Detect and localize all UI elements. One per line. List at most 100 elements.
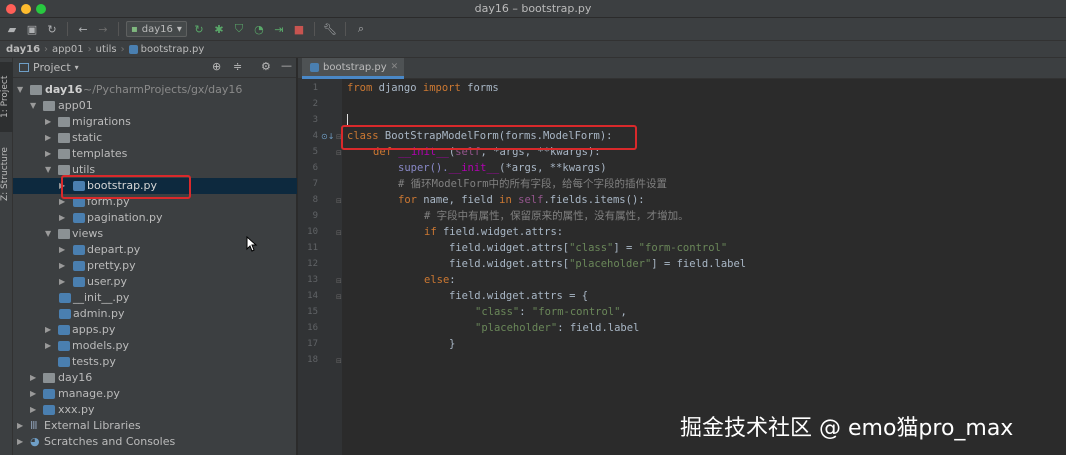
breadcrumb-item[interactable]: utils	[96, 44, 117, 55]
wrench-icon[interactable]: 🔧︎	[322, 21, 338, 37]
chevron-down-icon[interactable]: ▾	[75, 63, 79, 72]
back-icon[interactable]: ←	[75, 21, 91, 37]
line-number: 6	[312, 163, 318, 173]
stop-icon[interactable]: ■	[291, 21, 307, 37]
run-configuration-select[interactable]: ▪ day16 ▾	[126, 21, 187, 37]
line-number: 9	[312, 211, 318, 221]
python-file-icon	[43, 389, 55, 399]
fold-icon[interactable]: ⊟	[336, 149, 342, 157]
fold-icon[interactable]: ⊟	[336, 293, 342, 301]
collapse-all-icon[interactable]: ≑	[233, 60, 242, 73]
tree-item-user-py[interactable]: ▶ user.py	[13, 274, 297, 290]
left-tool-strip: 1: Project Z: Structure	[0, 58, 13, 455]
coverage-icon[interactable]: ⛉	[231, 21, 247, 37]
fold-icon[interactable]: ⊟	[336, 277, 342, 285]
collapsed-arrow-icon: ▶	[59, 213, 66, 222]
fold-icon[interactable]: ⊟	[336, 229, 342, 237]
tree-item-label: xxx.py	[58, 403, 95, 416]
rerun-icon[interactable]: ↻	[191, 21, 207, 37]
close-icon[interactable]: ✕	[391, 62, 399, 72]
forward-icon[interactable]: →	[95, 21, 111, 37]
tree-item-init-py[interactable]: __init__.py	[13, 290, 297, 306]
tree-item-migrations[interactable]: ▶ migrations	[13, 114, 297, 130]
line-number: 2	[312, 99, 318, 109]
project-view-icon	[19, 63, 29, 72]
maximize-window-button[interactable]	[36, 4, 46, 14]
tree-item-models-py[interactable]: ▶ models.py	[13, 338, 297, 354]
highlight-box	[61, 175, 191, 199]
tab-bootstrap-py[interactable]: bootstrap.py ✕	[302, 58, 405, 79]
debug-icon[interactable]: ✱	[211, 21, 227, 37]
line-number: 3	[312, 115, 318, 125]
hide-icon[interactable]: —	[281, 59, 292, 72]
tree-item-pretty-py[interactable]: ▶ pretty.py	[13, 258, 297, 274]
breadcrumb-item[interactable]: bootstrap.py	[141, 44, 205, 55]
tree-item-label: migrations	[72, 115, 131, 128]
tree-item-apps-py[interactable]: ▶ apps.py	[13, 322, 297, 338]
breadcrumb-item[interactable]: app01	[52, 44, 84, 55]
project-tool-tab[interactable]: 1: Project	[0, 62, 13, 132]
folder-icon	[58, 133, 70, 143]
mouse-pointer-icon	[246, 236, 258, 252]
folder-icon	[43, 101, 55, 111]
tree-item-external-libraries[interactable]: ▶ Ⅲ External Libraries	[13, 418, 297, 434]
tree-item-pagination-py[interactable]: ▶ pagination.py	[13, 210, 297, 226]
fold-icon[interactable]: ⊟	[336, 357, 342, 365]
tree-item-tests-py[interactable]: tests.py	[13, 354, 297, 370]
breadcrumb-item[interactable]: day16	[6, 44, 40, 55]
tree-item-label: __init__.py	[73, 291, 130, 304]
chevron-down-icon: ▾	[176, 23, 182, 35]
line-number: 10	[307, 227, 318, 237]
expanded-arrow-icon: ▼	[17, 85, 24, 94]
profile-icon[interactable]: ◔	[251, 21, 267, 37]
tree-item-xxx-py[interactable]: ▶ xxx.py	[13, 402, 297, 418]
tree-item-scratches[interactable]: ▶ ◕ Scratches and Consoles	[13, 434, 297, 450]
structure-tool-tab[interactable]: Z: Structure	[0, 138, 13, 210]
code-line-6: super().__init__(*args, **kwargs)	[398, 162, 607, 174]
python-file-icon	[58, 325, 70, 335]
collapsed-arrow-icon: ▶	[17, 421, 24, 430]
tree-item-root[interactable]: ▼ day16 ~/PycharmProjects/gx/day16	[13, 82, 297, 98]
python-file-icon	[73, 245, 85, 255]
sync-icon[interactable]: ↻	[44, 21, 60, 37]
line-number: 13	[307, 275, 318, 285]
tree-item-path: ~/PycharmProjects/gx/day16	[83, 83, 243, 96]
tree-item-manage-py[interactable]: ▶ manage.py	[13, 386, 297, 402]
toolbar-divider	[118, 22, 119, 36]
tree-item-admin-py[interactable]: admin.py	[13, 306, 297, 322]
tree-item-label: app01	[58, 99, 93, 112]
gear-icon[interactable]: ⚙	[261, 60, 271, 73]
close-window-button[interactable]	[6, 4, 16, 14]
line-number: 15	[307, 307, 318, 317]
search-icon[interactable]: ⌕	[353, 21, 369, 37]
line-number: 12	[307, 259, 318, 269]
code-line-15: "class": "form-control",	[475, 306, 627, 318]
python-file-icon	[310, 62, 319, 72]
run-concurrency-icon[interactable]: ⇥	[271, 21, 287, 37]
collapsed-arrow-icon: ▶	[30, 405, 37, 414]
expanded-arrow-icon: ▼	[45, 229, 52, 238]
tree-item-static[interactable]: ▶ static	[13, 130, 297, 146]
fold-icon[interactable]: ⊟	[336, 197, 342, 205]
save-icon[interactable]: ▣	[24, 21, 40, 37]
project-view-title[interactable]: Project	[33, 61, 71, 74]
breadcrumb-separator: ›	[44, 43, 49, 55]
editor-gutter: 1 2 3 4 5 6 7 8 9 10 11 12 13 14 15 16 1…	[298, 79, 342, 455]
minimize-window-button[interactable]	[21, 4, 31, 14]
tree-item-label: apps.py	[72, 323, 116, 336]
tree-item-label: External Libraries	[44, 419, 141, 432]
open-folder-icon[interactable]: ▰	[4, 21, 20, 37]
tree-item-templates[interactable]: ▶ templates	[13, 146, 297, 162]
line-number: 8	[312, 195, 318, 205]
tree-item-app01[interactable]: ▼ app01	[13, 98, 297, 114]
line-number: 4	[312, 131, 318, 141]
locate-icon[interactable]: ⊕	[212, 60, 221, 73]
tree-item-day16[interactable]: ▶ day16	[13, 370, 297, 386]
implemented-gutter-icon[interactable]: ⊙↓	[321, 132, 334, 141]
collapsed-arrow-icon: ▶	[17, 437, 24, 446]
tree-item-label: depart.py	[87, 243, 141, 256]
django-icon: ▪	[131, 23, 138, 35]
code-line-12: field.widget.attrs["placeholder"] = fiel…	[449, 258, 747, 270]
folder-icon	[58, 117, 70, 127]
collapsed-arrow-icon: ▶	[59, 261, 66, 270]
